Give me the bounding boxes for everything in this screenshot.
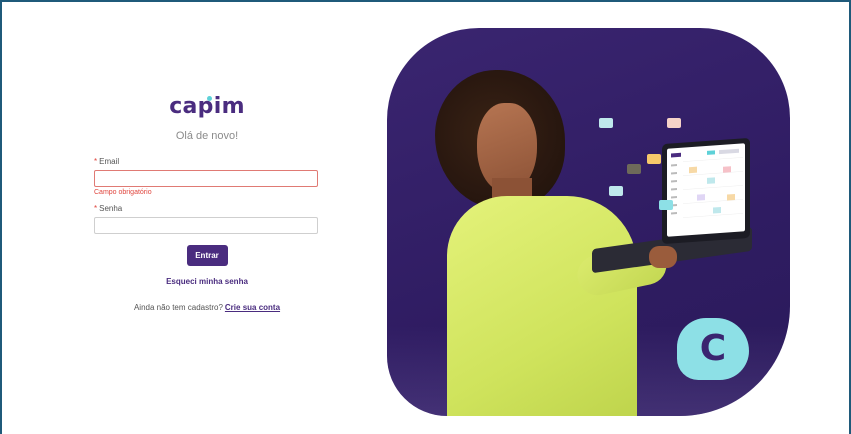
page-frame: capim Olá de novo! * Email Campo obrigató… <box>0 0 851 434</box>
capim-logo: capim <box>169 92 245 122</box>
greeting-text: Olá de novo! <box>175 130 239 142</box>
password-label: * Senha <box>94 203 320 214</box>
email-error-message: Campo obrigatório <box>94 189 152 196</box>
signup-prompt-text: Ainda não tem cadastro? <box>133 303 223 312</box>
floating-card-icon <box>647 154 661 164</box>
woman-shirt <box>447 196 637 416</box>
email-label: * Email <box>94 156 320 167</box>
required-mark: * <box>94 204 98 213</box>
floating-card-icon <box>599 118 613 128</box>
floating-card-icon <box>609 186 623 196</box>
login-button[interactable]: Entrar <box>186 245 228 266</box>
floating-card-icon <box>627 164 641 174</box>
laptop-display <box>667 143 745 237</box>
required-mark: * <box>94 157 98 166</box>
floating-card-icon <box>667 118 681 128</box>
forgot-password-link[interactable]: Esqueci minha senha <box>94 277 320 286</box>
capim-c-logo-icon: C <box>677 318 749 380</box>
password-label-text: Senha <box>99 204 123 213</box>
woman-hand <box>649 246 677 268</box>
login-form: * Email Campo obrigatório * Senha <box>94 156 320 234</box>
laptop-screen <box>662 137 750 245</box>
floating-card-icon <box>659 200 673 210</box>
password-field[interactable] <box>94 217 318 234</box>
hero-illustration: C <box>387 28 790 416</box>
form-actions: Entrar Esqueci minha senha Ainda não tem… <box>94 245 320 312</box>
email-label-text: Email <box>99 157 120 166</box>
signup-prompt: Ainda não tem cadastro? Crie sua conta <box>94 303 320 312</box>
calendar-app-graphic <box>671 148 743 218</box>
login-panel: capim Olá de novo! * Email Campo obrigató… <box>94 92 320 312</box>
email-field[interactable] <box>94 170 318 187</box>
create-account-link[interactable]: Crie sua conta <box>225 303 280 312</box>
